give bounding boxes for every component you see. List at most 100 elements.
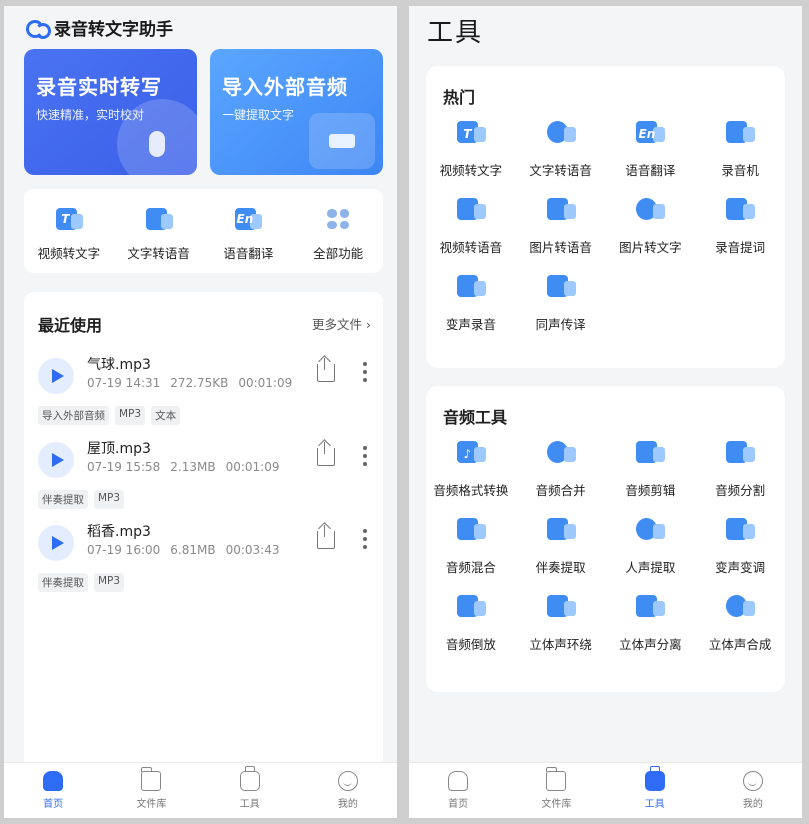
tool-label: 立体声分离 xyxy=(619,637,682,652)
tool-item[interactable]: En 语音翻译 xyxy=(606,118,696,179)
tool-label: 视频转语音 xyxy=(439,240,503,255)
tool-icon xyxy=(455,272,487,304)
tool-item[interactable]: 立体声合成 xyxy=(695,592,785,653)
more-options-icon[interactable] xyxy=(363,529,367,549)
tool-icon: En xyxy=(634,118,666,150)
hero-title: 导入外部音频 xyxy=(222,75,348,99)
folder-icon xyxy=(141,767,162,791)
tool-item[interactable]: 变声录音 xyxy=(426,272,516,333)
tool-icon xyxy=(545,438,577,470)
hero-title: 录音实时转写 xyxy=(36,75,162,99)
play-icon[interactable] xyxy=(38,525,74,561)
tab-files[interactable]: 文件库 xyxy=(507,763,605,818)
toolbox-icon xyxy=(239,766,260,791)
tag: MP3 xyxy=(94,573,125,592)
hot-tools-card: 热门 T 视频转文字 文字转语音 En 语音翻译 录音机视频转语音 图片转语音 图片转文字 录音… xyxy=(426,66,785,368)
tab-home[interactable]: 首页 xyxy=(4,763,102,818)
tool-item[interactable]: 伴奏提取 xyxy=(516,515,606,576)
play-icon[interactable] xyxy=(38,358,74,394)
more-options-icon[interactable] xyxy=(363,446,367,466)
file-name: 稻香.mp3 xyxy=(87,524,151,540)
tool-icon xyxy=(634,515,666,547)
play-icon[interactable] xyxy=(38,442,74,478)
tool-item[interactable]: 音频分割 xyxy=(695,438,785,499)
tool-label: 伴奏提取 xyxy=(535,560,586,575)
tab-files[interactable]: 文件库 xyxy=(102,763,200,818)
tool-icon xyxy=(455,592,487,624)
audio-tools-grid: ♪ 音频格式转换 音频合并 音频剪辑 音频分割 音频混合 伴奏提取 人声提取 变声变调 音频倒放 立… xyxy=(426,438,785,653)
file-row[interactable]: 稻香.mp3 07-19 16:00 6.81MB 00:03:43 伴奏提取 MP… xyxy=(38,515,373,595)
tool-icon xyxy=(455,515,487,547)
quick-label: 全部功能 xyxy=(313,246,364,261)
section-title: 音频工具 xyxy=(443,408,508,427)
tool-icon xyxy=(634,592,666,624)
more-files-link[interactable]: 更多文件 › xyxy=(312,314,371,333)
file-row[interactable]: 气球.mp3 07-19 14:31 272.75KB 00:01:09 导入外部音… xyxy=(38,348,373,428)
tag: 导入外部音频 xyxy=(38,406,109,425)
recent-title: 最近使用 xyxy=(38,316,103,335)
bottom-tab-bar: 首页 文件库 工具 我的 xyxy=(4,762,397,818)
quick-actions: T 视频转文字 文字转语音 En 语音翻译 全部功能 xyxy=(24,189,383,273)
tag: MP3 xyxy=(115,406,146,425)
tool-item[interactable]: 录音机 xyxy=(695,118,785,179)
tool-icon xyxy=(724,118,756,150)
quick-video-to-text[interactable]: T 视频转文字 xyxy=(24,189,114,273)
folder-icon xyxy=(546,767,567,791)
tool-label: 同声传译 xyxy=(535,317,586,332)
tab-profile[interactable]: 我的 xyxy=(299,763,397,818)
quick-text-to-speech[interactable]: 文字转语音 xyxy=(114,189,204,273)
import-audio-card[interactable]: 导入外部音频 一键提取文字 xyxy=(210,49,383,175)
tool-label: 立体声合成 xyxy=(708,637,772,652)
all-functions-icon xyxy=(323,205,353,233)
tool-icon xyxy=(545,272,577,304)
file-name: 气球.mp3 xyxy=(87,357,151,373)
bottom-tab-bar: 首页 文件库 工具 我的 xyxy=(409,762,802,818)
tool-icon xyxy=(634,438,666,470)
tool-item[interactable]: ♪ 音频格式转换 xyxy=(426,438,516,499)
tool-item[interactable]: 音频混合 xyxy=(426,515,516,576)
folder-import-icon xyxy=(309,113,375,169)
tool-label: 变声变调 xyxy=(715,560,766,575)
quick-voice-translate[interactable]: En 语音翻译 xyxy=(204,189,294,273)
tab-tools[interactable]: 工具 xyxy=(606,763,704,818)
tool-item[interactable]: 音频剪辑 xyxy=(606,438,696,499)
tool-item[interactable]: 图片转语音 xyxy=(516,195,606,256)
tool-icon xyxy=(545,118,577,150)
tab-tools[interactable]: 工具 xyxy=(201,763,299,818)
tool-item[interactable]: 人声提取 xyxy=(606,515,696,576)
share-icon[interactable] xyxy=(317,525,335,549)
video-text-icon: T xyxy=(54,205,84,233)
realtime-transcribe-card[interactable]: 录音实时转写 快速精准，实时校对 xyxy=(24,49,197,175)
tool-item[interactable]: 音频合并 xyxy=(516,438,606,499)
tool-item[interactable]: 录音提词 xyxy=(695,195,785,256)
tab-home[interactable]: 首页 xyxy=(409,763,507,818)
translate-icon: En xyxy=(233,205,263,233)
tool-label: 变声录音 xyxy=(445,317,496,332)
tool-label: 文字转语音 xyxy=(529,163,592,178)
tool-item[interactable]: 文字转语音 xyxy=(516,118,606,179)
tool-label: 音频分割 xyxy=(715,483,766,498)
tool-item[interactable]: 音频倒放 xyxy=(426,592,516,653)
toolbox-icon xyxy=(644,766,665,791)
tool-icon xyxy=(545,195,577,227)
file-row[interactable]: 屋顶.mp3 07-19 15:58 2.13MB 00:01:09 伴奏提取 MP… xyxy=(38,432,373,512)
text-speech-icon xyxy=(144,205,174,233)
tool-item[interactable]: 同声传译 xyxy=(516,272,606,333)
quick-all-functions[interactable]: 全部功能 xyxy=(293,189,383,273)
tool-item[interactable]: 立体声环绕 xyxy=(516,592,606,653)
tool-item[interactable]: T 视频转文字 xyxy=(426,118,516,179)
recent-files-panel: 最近使用 更多文件 › 气球.mp3 07-19 14:31 272.75KB 00… xyxy=(24,292,383,772)
file-name: 屋顶.mp3 xyxy=(87,441,151,457)
tab-profile[interactable]: 我的 xyxy=(704,763,802,818)
tool-item[interactable]: 变声变调 xyxy=(695,515,785,576)
tool-icon: ♪ xyxy=(455,438,487,470)
more-options-icon[interactable] xyxy=(363,362,367,382)
tool-item[interactable]: 视频转语音 xyxy=(426,195,516,256)
tool-item[interactable]: 立体声分离 xyxy=(606,592,696,653)
share-icon[interactable] xyxy=(317,358,335,382)
tool-item[interactable]: 图片转文字 xyxy=(606,195,696,256)
share-icon[interactable] xyxy=(317,442,335,466)
section-title: 热门 xyxy=(443,88,476,107)
profile-icon xyxy=(337,771,358,791)
profile-icon xyxy=(742,771,763,791)
